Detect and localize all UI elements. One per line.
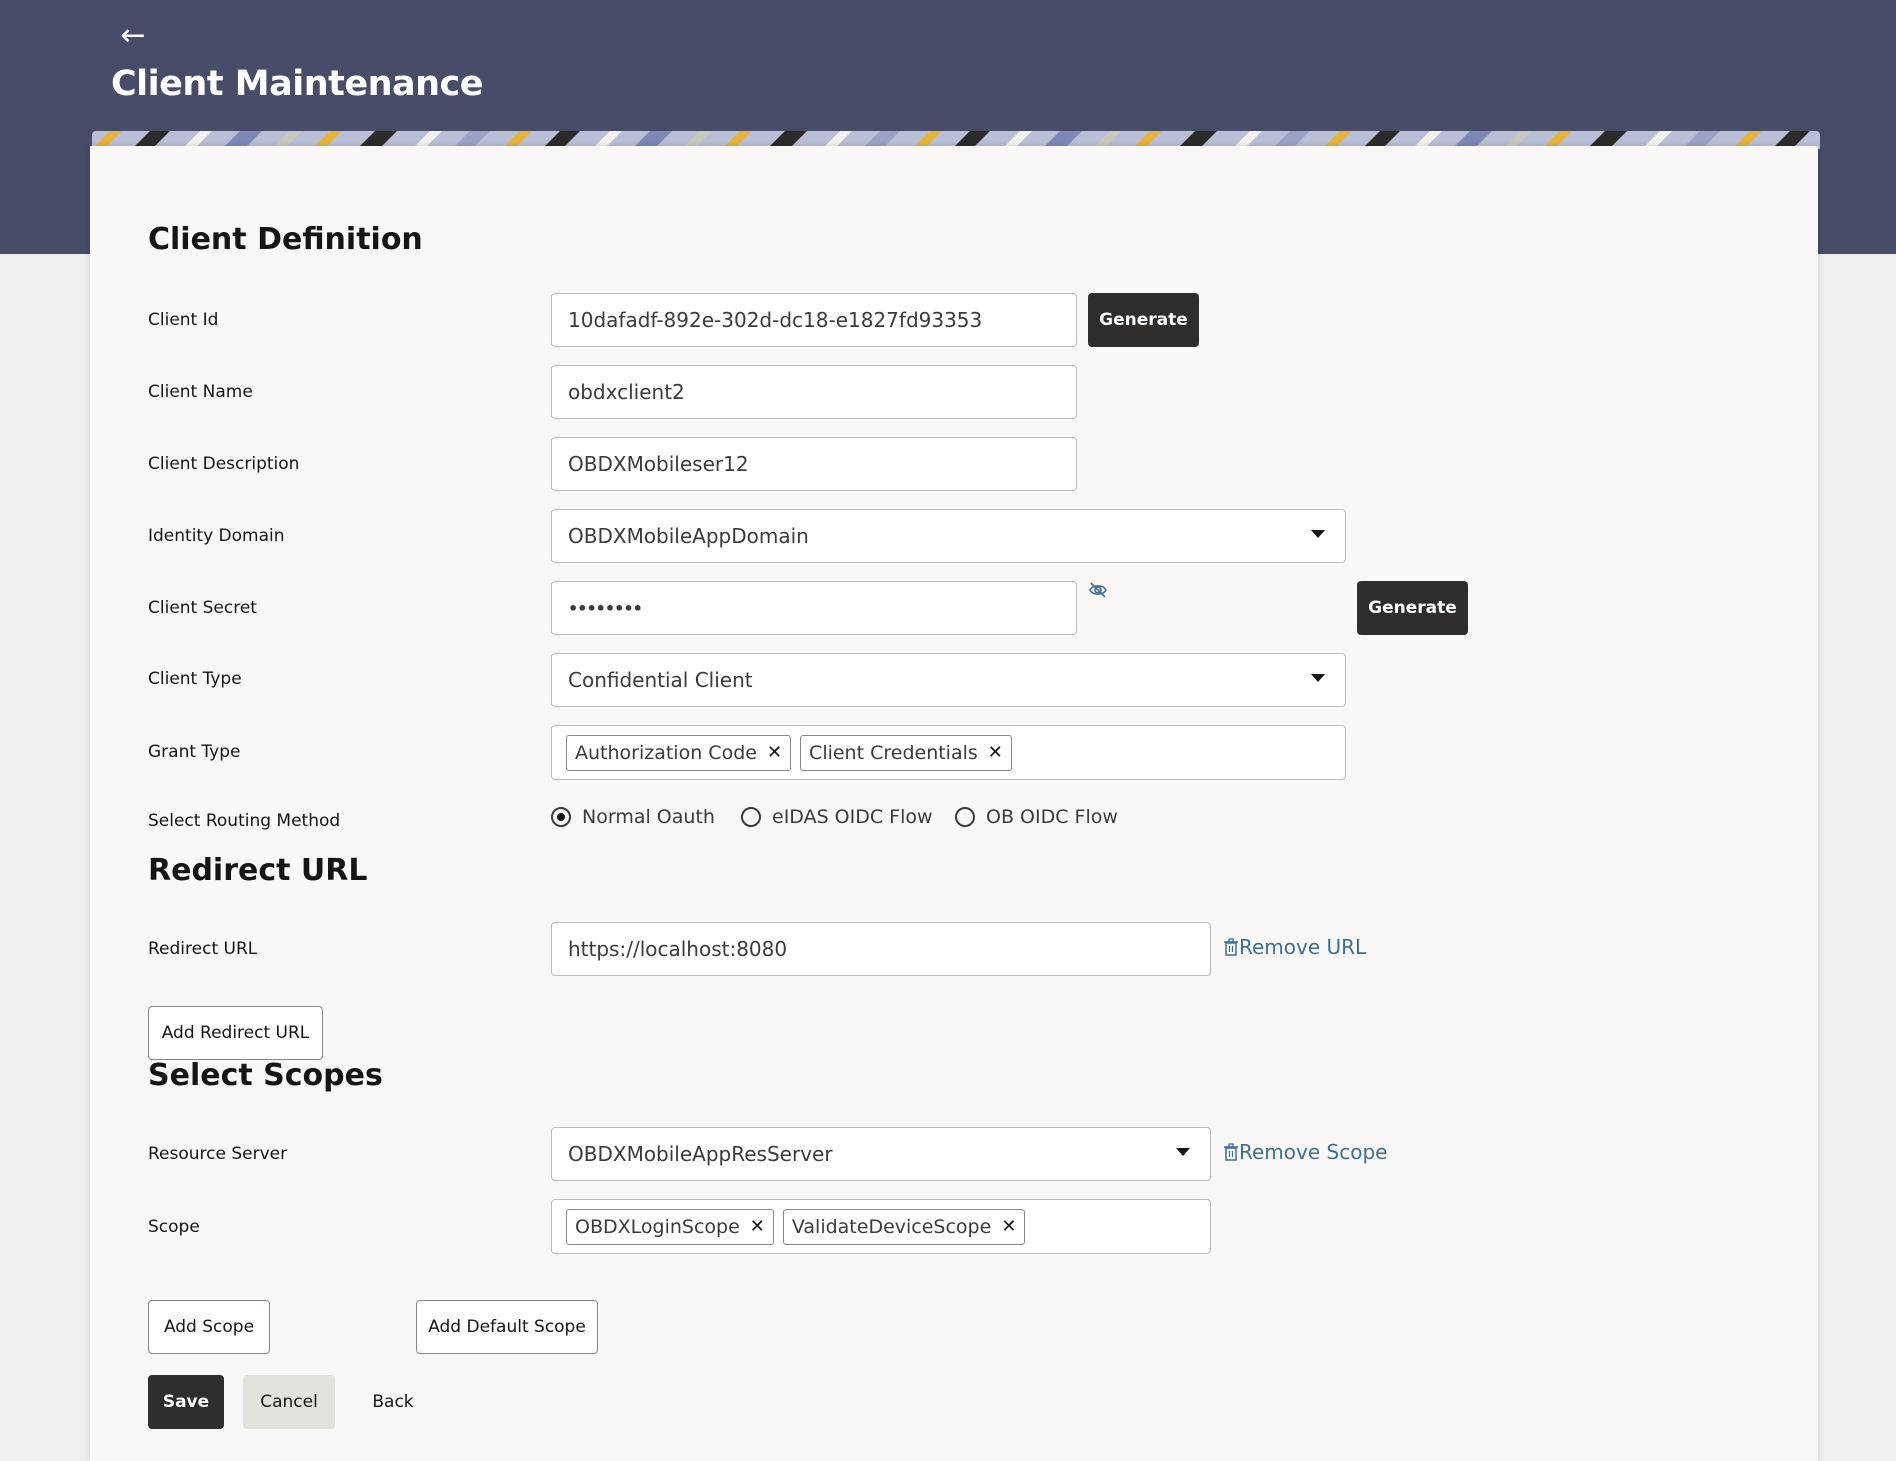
scope-multiselect[interactable]: OBDXLoginScope ✕ ValidateDeviceScope ✕ xyxy=(551,1199,1211,1254)
scope-chip: OBDXLoginScope ✕ xyxy=(566,1208,774,1245)
radio-eidas-oidc-flow[interactable]: eIDAS OIDC Flow xyxy=(741,806,933,828)
section-title-client-definition: Client Definition xyxy=(148,222,423,257)
remove-chip-icon[interactable]: ✕ xyxy=(767,742,782,763)
page-title: Client Maintenance xyxy=(111,64,484,104)
back-button[interactable]: Back xyxy=(356,1375,430,1429)
radio-ob-oidc-flow[interactable]: OB OIDC Flow xyxy=(955,806,1118,828)
client-type-label: Client Type xyxy=(148,669,242,689)
cancel-button[interactable]: Cancel xyxy=(243,1375,335,1429)
radio-unchecked-icon xyxy=(741,807,761,827)
client-description-input[interactable] xyxy=(568,452,1060,476)
remove-chip-icon[interactable]: ✕ xyxy=(988,742,1003,763)
chevron-down-icon xyxy=(1311,530,1325,538)
remove-scope-label: Remove Scope xyxy=(1239,1140,1388,1164)
routing-method-label: Select Routing Method xyxy=(148,811,341,831)
grant-type-chip: Client Credentials ✕ xyxy=(800,734,1012,771)
section-title-redirect-url: Redirect URL xyxy=(148,853,368,888)
scope-chip: ValidateDeviceScope ✕ xyxy=(782,1208,1026,1245)
client-name-label: Client Name xyxy=(148,382,253,402)
resource-server-label: Resource Server xyxy=(148,1144,288,1164)
client-name-input[interactable] xyxy=(568,380,1060,404)
trash-icon xyxy=(1224,1143,1238,1161)
identity-domain-value: OBDXMobileAppDomain xyxy=(568,524,809,548)
redirect-url-input[interactable] xyxy=(568,937,1194,961)
client-type-value: Confidential Client xyxy=(568,668,753,692)
client-secret-label: Client Secret xyxy=(148,598,257,618)
generate-client-secret-button[interactable]: Generate xyxy=(1357,581,1468,635)
client-secret-value: •••••••• xyxy=(568,598,643,618)
grant-type-multiselect[interactable]: Authorization Code ✕ Client Credentials ✕ xyxy=(551,725,1346,780)
client-name-field[interactable] xyxy=(551,365,1077,419)
client-id-label: Client Id xyxy=(148,310,219,330)
client-description-label: Client Description xyxy=(148,454,300,474)
radio-normal-oauth[interactable]: Normal Oauth xyxy=(551,806,715,828)
redirect-url-field[interactable] xyxy=(551,922,1211,976)
grant-type-chip: Authorization Code ✕ xyxy=(566,734,792,771)
remove-url-link[interactable]: Remove URL xyxy=(1223,935,1366,959)
chip-label: Client Credentials xyxy=(809,741,978,764)
trash-icon xyxy=(1224,938,1238,956)
client-description-field[interactable] xyxy=(551,437,1077,491)
section-title-select-scopes: Select Scopes xyxy=(148,1058,383,1093)
generate-client-id-button[interactable]: Generate xyxy=(1088,293,1199,347)
remove-chip-icon[interactable]: ✕ xyxy=(1001,1216,1016,1237)
radio-label: OB OIDC Flow xyxy=(986,806,1118,828)
remove-chip-icon[interactable]: ✕ xyxy=(750,1216,765,1237)
remove-url-label: Remove URL xyxy=(1239,935,1367,959)
radio-label: Normal Oauth xyxy=(582,806,715,828)
chip-label: ValidateDeviceScope xyxy=(791,1215,992,1238)
radio-label: eIDAS OIDC Flow xyxy=(772,806,933,828)
client-type-select[interactable]: Confidential Client xyxy=(551,653,1346,707)
radio-unchecked-icon xyxy=(955,807,975,827)
chevron-down-icon xyxy=(1176,1148,1190,1156)
chip-label: OBDXLoginScope xyxy=(575,1215,740,1238)
identity-domain-label: Identity Domain xyxy=(148,526,285,546)
resource-server-value: OBDXMobileAppResServer xyxy=(568,1142,833,1166)
client-id-field[interactable] xyxy=(551,293,1077,347)
add-default-scope-button[interactable]: Add Default Scope xyxy=(416,1300,598,1354)
eye-slash-icon[interactable] xyxy=(1088,580,1108,600)
add-redirect-url-button[interactable]: Add Redirect URL xyxy=(148,1006,323,1060)
back-arrow-icon[interactable]: ← xyxy=(118,18,148,54)
resource-server-select[interactable]: OBDXMobileAppResServer xyxy=(551,1127,1211,1181)
grant-type-label: Grant Type xyxy=(148,742,241,762)
client-secret-field[interactable]: •••••••• xyxy=(551,581,1077,635)
remove-scope-link[interactable]: Remove Scope xyxy=(1223,1140,1387,1164)
client-id-input[interactable] xyxy=(568,308,1060,332)
save-button[interactable]: Save xyxy=(148,1375,224,1429)
chevron-down-icon xyxy=(1311,674,1325,682)
redirect-url-label: Redirect URL xyxy=(148,939,258,959)
chip-label: Authorization Code xyxy=(575,741,757,764)
scope-label: Scope xyxy=(148,1217,200,1237)
identity-domain-select[interactable]: OBDXMobileAppDomain xyxy=(551,509,1346,563)
add-scope-button[interactable]: Add Scope xyxy=(148,1300,270,1354)
radio-checked-icon xyxy=(551,807,571,827)
